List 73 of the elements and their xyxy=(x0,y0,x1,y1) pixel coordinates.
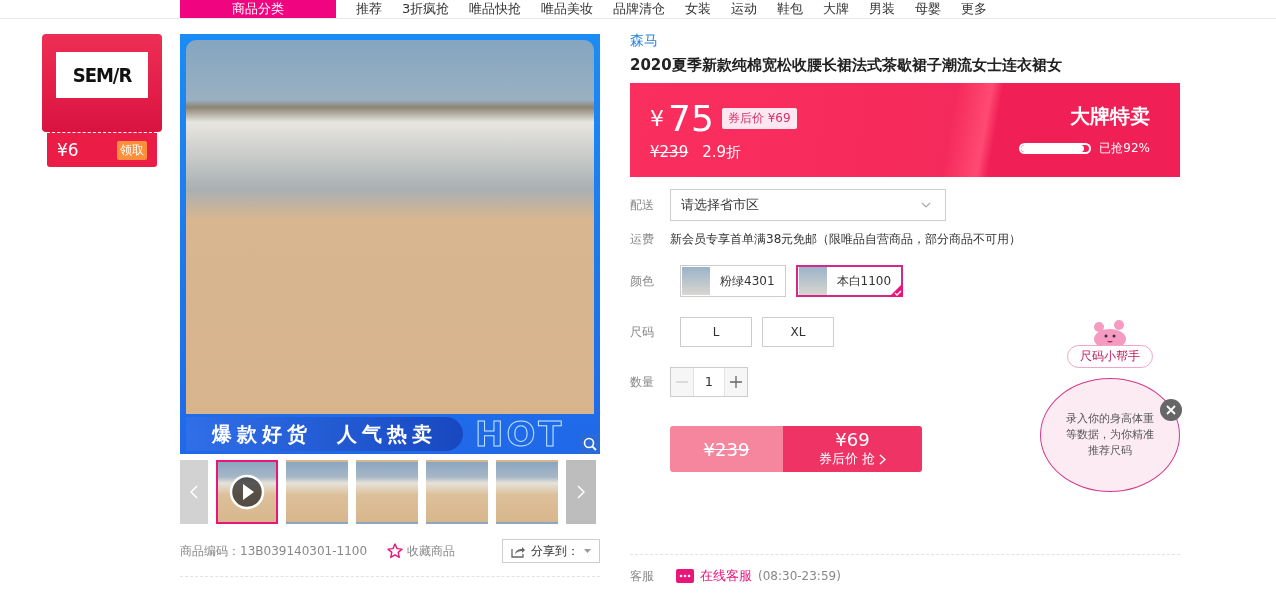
product-code: 商品编码：13B039140301-1100 xyxy=(180,542,368,560)
nav-tab[interactable]: 大牌 xyxy=(823,0,850,18)
discount-text: 2.9折 xyxy=(702,142,742,161)
field-label: 数量 xyxy=(630,373,655,391)
chat-link[interactable]: 在线客服 xyxy=(700,567,752,585)
nav-tab[interactable]: 运动 xyxy=(731,0,758,18)
nav-tab[interactable]: 唯品美妆 xyxy=(541,0,594,18)
chat-icon xyxy=(676,569,694,583)
chevron-right-icon xyxy=(879,453,887,465)
color-option[interactable]: 本白1100 xyxy=(795,265,904,297)
share-icon xyxy=(511,544,526,558)
brand-link[interactable]: 森马 xyxy=(630,30,1180,50)
nav-tab[interactable]: 母婴 xyxy=(915,0,942,18)
chevron-right-icon xyxy=(577,485,585,499)
plus-button[interactable] xyxy=(725,368,747,396)
search-icon xyxy=(583,437,597,451)
thumbnail[interactable] xyxy=(356,460,418,524)
region-dropdown[interactable]: 请选择省市区 xyxy=(670,189,946,221)
minus-button[interactable] xyxy=(671,368,693,396)
product-title: 2020夏季新款纯棉宽松收腰长裙法式茶歇裙子潮流女士连衣裙女 xyxy=(630,56,1063,75)
share-button[interactable]: 分享到： xyxy=(502,539,600,563)
next-button[interactable] xyxy=(566,460,596,524)
coupon-price-tag: 券后价 ¥69 xyxy=(721,108,797,129)
nav-tab[interactable]: 唯品快抢 xyxy=(469,0,522,18)
thumbnail[interactable] xyxy=(496,460,558,524)
currency-sign: ¥ xyxy=(650,106,664,131)
nav-tab[interactable]: 商品分类 xyxy=(180,0,336,18)
chevron-down-icon xyxy=(921,202,931,208)
size-helper-button[interactable]: 尺码小帮手 xyxy=(1067,345,1153,368)
thumbnail[interactable] xyxy=(216,460,278,524)
plus-icon xyxy=(730,376,742,388)
field-label: 配送 xyxy=(630,196,655,214)
nav-tab[interactable]: 男装 xyxy=(869,0,896,18)
swatch-photo xyxy=(682,267,710,295)
brand-logo: SEM/R xyxy=(56,52,148,98)
play-icon xyxy=(229,474,265,510)
star-icon xyxy=(387,543,404,559)
size-option[interactable]: L xyxy=(680,317,752,347)
nav-tab[interactable]: 3折疯抢 xyxy=(402,0,450,18)
nav-tab[interactable]: 女装 xyxy=(685,0,712,18)
sale-price: 75 xyxy=(668,98,714,139)
zoom-button[interactable] xyxy=(580,434,600,454)
thumbnail[interactable] xyxy=(426,460,488,524)
check-icon xyxy=(889,283,904,297)
thumbnail[interactable] xyxy=(286,460,348,524)
field-label: 颜色 xyxy=(630,272,655,290)
promo-banner: 爆款好货 人气热卖 xyxy=(186,417,463,451)
caret-icon xyxy=(584,549,591,553)
buy-button[interactable]: ¥69 券后价 抢 xyxy=(783,426,922,472)
size-option[interactable]: XL xyxy=(762,317,834,347)
field-label: 客服 xyxy=(630,567,655,585)
nav-tab[interactable]: 品牌清仓 xyxy=(613,0,666,18)
original-price: ¥239 xyxy=(650,142,689,161)
close-icon xyxy=(1166,405,1176,415)
sold-percentage: 已抢92% xyxy=(1099,140,1150,157)
hot-label: HOT xyxy=(475,414,565,454)
previous-button[interactable] xyxy=(180,460,208,524)
helper-text: 录入你的身高体重等数据，为你精准推荐尺码 xyxy=(1065,411,1155,459)
close-button[interactable] xyxy=(1160,399,1182,421)
coupon-amount: ¥6 xyxy=(57,140,79,160)
nav-tab[interactable]: 鞋包 xyxy=(777,0,804,18)
swatch-photo xyxy=(798,267,827,295)
shipping-text: 新会员专享首单满38元免邮（限唯品自营商品，部分商品不可用） xyxy=(670,230,1022,248)
original-price-block: ¥239 xyxy=(670,426,783,472)
nav-tab[interactable]: 推荐 xyxy=(356,0,382,18)
color-option[interactable]: 粉绿4301 xyxy=(680,265,786,297)
favorite-link[interactable]: 收藏商品 xyxy=(387,542,456,560)
chevron-left-icon xyxy=(190,485,198,499)
service-hours: (08:30-23:59) xyxy=(758,569,841,583)
promo-title: 大牌特卖 xyxy=(1070,103,1150,130)
nav-tab[interactable]: 更多 xyxy=(961,0,988,18)
field-label: 运费 xyxy=(630,230,655,248)
field-label: 尺码 xyxy=(630,323,655,341)
